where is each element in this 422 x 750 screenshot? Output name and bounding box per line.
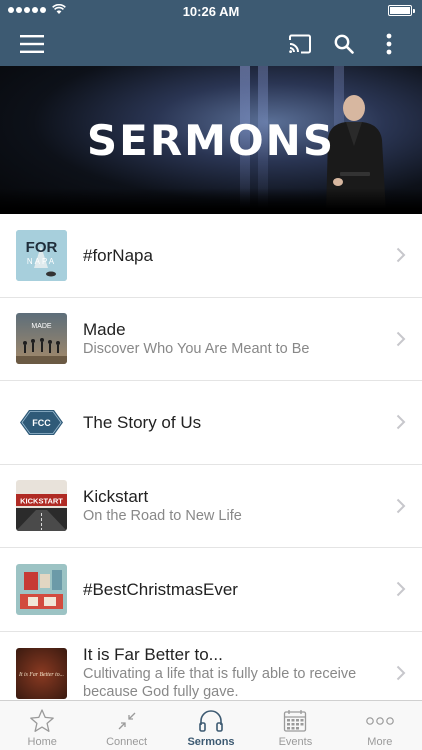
hero-title: SERMONS (86, 116, 336, 165)
bottom-tab-bar: Home Connect Sermons Events More (0, 700, 422, 750)
sermons-hero-banner: SERMONS (0, 66, 422, 214)
chevron-right-icon (396, 248, 406, 263)
series-thumbnail: MADE (16, 313, 67, 365)
sermon-series-list: FOR NAPA #forNapa MADE Made Discover Who… (0, 214, 422, 715)
tab-label: More (367, 736, 393, 748)
series-subtitle: Cultivating a life that is fully able to… (83, 665, 357, 700)
status-time: 10:26 AM (182, 4, 240, 19)
series-subtitle: On the Road to New Life (83, 508, 242, 525)
series-title: It is Far Better to... (83, 644, 223, 664)
series-row[interactable]: KICKSTART Kickstart On the Road to New L… (0, 465, 422, 548)
svg-text:KICKSTART: KICKSTART (20, 497, 63, 506)
tab-label: Home (27, 736, 57, 748)
cast-button[interactable] (284, 28, 316, 60)
more-options-button[interactable] (373, 28, 405, 60)
tab-label: Sermons (187, 736, 235, 748)
chevron-right-icon (396, 582, 406, 597)
top-nav-bar (0, 22, 422, 66)
series-title: #forNapa (83, 245, 153, 265)
series-row[interactable]: MADE Made Discover Who You Are Meant to … (0, 298, 422, 381)
tab-label: Connect (106, 736, 148, 748)
chevron-right-icon (396, 331, 406, 346)
series-title: Kickstart (83, 487, 149, 507)
status-bar: 10:26 AM (0, 0, 422, 22)
series-title: Made (83, 320, 126, 340)
series-subtitle: Discover Who You Are Meant to Be (83, 341, 310, 358)
calendar-icon (284, 710, 307, 732)
connect-icon (118, 712, 136, 730)
tab-sermons[interactable]: Sermons (169, 701, 253, 750)
hamburger-menu-button[interactable] (16, 28, 48, 60)
tab-label: Events (278, 736, 313, 748)
svg-text:MADE: MADE (31, 323, 52, 330)
more-horizontal-icon (366, 717, 394, 725)
cast-icon (289, 34, 311, 54)
series-thumbnail: FCC (16, 396, 67, 448)
series-thumbnail: FOR NAPA (16, 229, 67, 281)
series-title: The Story of Us (83, 412, 202, 432)
tab-events[interactable]: Events (253, 701, 337, 750)
series-thumbnail (16, 563, 67, 615)
hamburger-icon (20, 35, 44, 53)
tab-home[interactable]: Home (0, 701, 84, 750)
headphones-icon (199, 710, 223, 732)
series-row[interactable]: FOR NAPA #forNapa (0, 214, 422, 298)
series-row[interactable]: #BestChristmasEver (0, 548, 422, 632)
tab-connect[interactable]: Connect (84, 701, 168, 750)
search-icon (334, 34, 354, 54)
series-title: #BestChristmasEver (83, 579, 238, 599)
series-thumbnail: KICKSTART (16, 480, 67, 532)
chevron-right-icon (396, 415, 406, 430)
svg-text:FOR: FOR (26, 239, 58, 256)
series-row[interactable]: FCC The Story of Us (0, 381, 422, 465)
chevron-right-icon (396, 498, 406, 513)
battery-icon (388, 5, 415, 16)
svg-text:It is Far Better to...: It is Far Better to... (18, 672, 64, 678)
star-icon (30, 709, 55, 732)
more-vertical-icon (386, 33, 392, 55)
tab-more[interactable]: More (338, 701, 422, 750)
chevron-right-icon (396, 666, 406, 681)
search-button[interactable] (328, 28, 360, 60)
svg-text:NAPA: NAPA (27, 257, 56, 266)
series-thumbnail: It is Far Better to... (16, 647, 67, 699)
svg-text:FCC: FCC (32, 418, 51, 428)
